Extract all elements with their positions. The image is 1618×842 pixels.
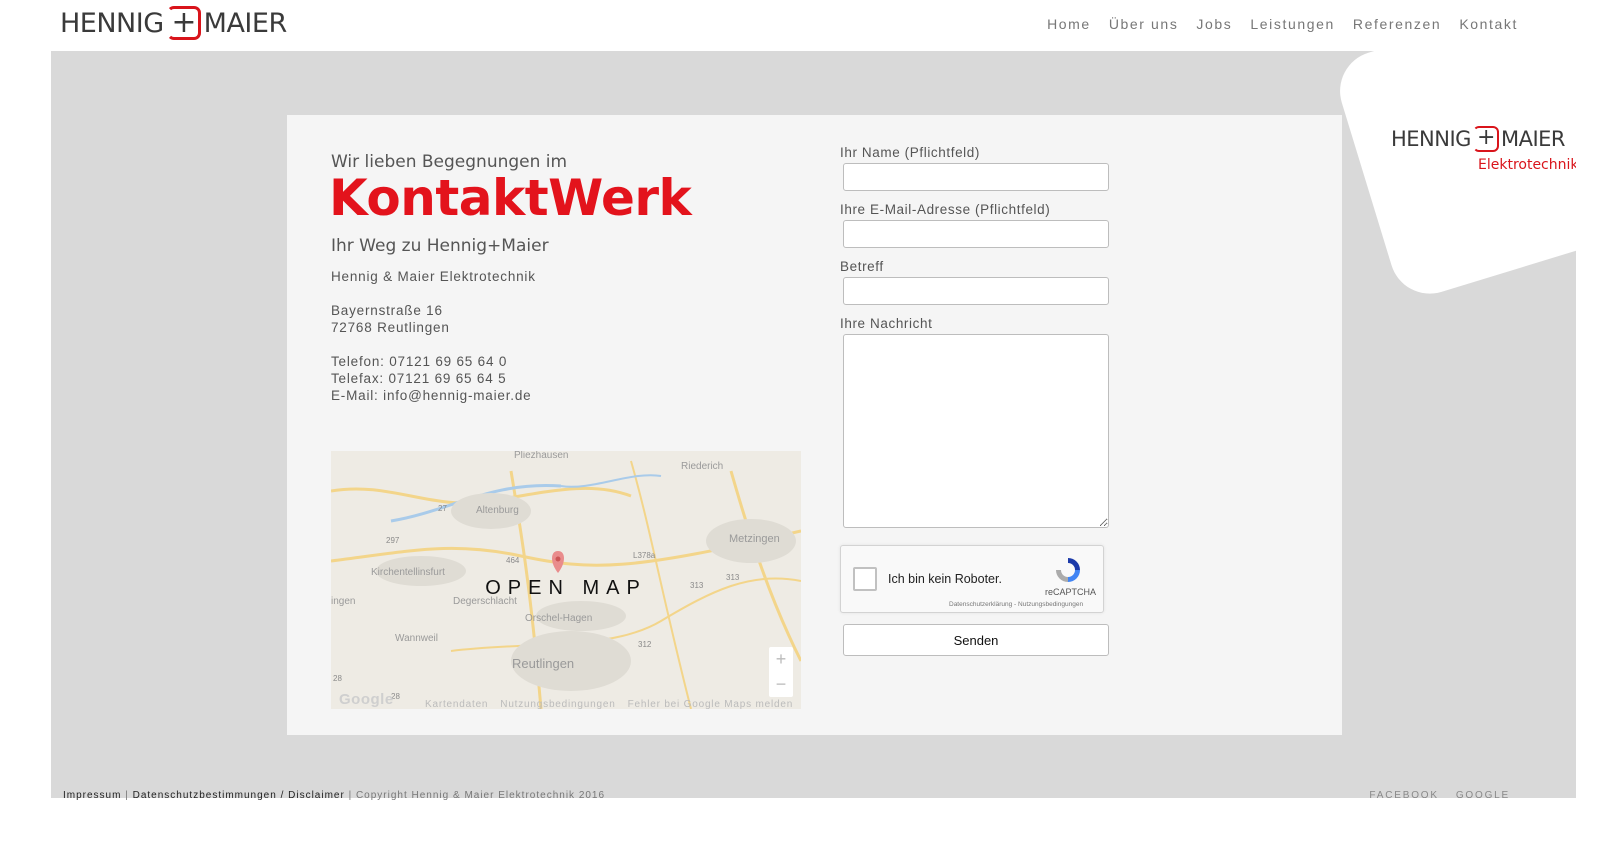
subject-field[interactable] bbox=[843, 277, 1109, 305]
recaptcha-terms[interactable]: Datenschutzerklärung - Nutzungsbedingung… bbox=[949, 601, 1083, 608]
privacy-link[interactable]: Datenschutzbestimmungen / Disclaimer bbox=[133, 790, 345, 801]
map-place-label: Reutlingen bbox=[512, 656, 574, 671]
open-map-label[interactable]: OPEN MAP bbox=[331, 577, 801, 600]
badge-logo-left: HENNIG bbox=[1391, 127, 1471, 151]
nav-ueber-uns[interactable]: Über uns bbox=[1109, 16, 1179, 32]
recaptcha-checkbox[interactable] bbox=[853, 567, 877, 591]
badge-logo-plus: + bbox=[1472, 126, 1499, 152]
map-widget[interactable]: Pliezhausen Riederich Altenburg Metzinge… bbox=[331, 451, 801, 709]
recaptcha-icon bbox=[1056, 558, 1080, 582]
map-data-link[interactable]: Kartendaten bbox=[425, 699, 488, 709]
email-label: Ihre E-Mail-Adresse (Pflichtfeld) bbox=[840, 202, 1051, 217]
google-logo: Google bbox=[339, 691, 394, 708]
name-field[interactable] bbox=[843, 163, 1109, 191]
email-field[interactable] bbox=[843, 220, 1109, 248]
google-link[interactable]: GOOGLE bbox=[1456, 790, 1510, 801]
email-address[interactable]: E-Mail: info@hennig-maier.de bbox=[331, 387, 536, 404]
map-road-label: 28 bbox=[333, 674, 342, 683]
zoom-out-button[interactable]: − bbox=[769, 672, 793, 697]
page-title: KontaktWerk bbox=[329, 169, 692, 227]
logo-text-left: HENNIG bbox=[60, 7, 164, 39]
map-place-label: Wannweil bbox=[395, 633, 438, 644]
badge-subtitle: Elektrotechnik bbox=[1478, 157, 1576, 173]
map-report-link[interactable]: Fehler bei Google Maps melden bbox=[628, 699, 794, 709]
badge-logo: HENNIG + MAIER bbox=[1391, 126, 1566, 152]
social-links: FACEBOOK GOOGLE bbox=[1369, 790, 1510, 801]
company-name: Hennig & Maier Elektrotechnik bbox=[331, 269, 536, 284]
map-place-label: Metzingen bbox=[729, 533, 780, 545]
message-label: Ihre Nachricht bbox=[840, 316, 933, 331]
facebook-link[interactable]: FACEBOOK bbox=[1369, 790, 1438, 801]
name-label: Ihr Name (Pflichtfeld) bbox=[840, 145, 980, 160]
subject-label: Betreff bbox=[840, 259, 884, 274]
city: 72768 Reutlingen bbox=[331, 320, 450, 335]
page-footer: Impressum | Datenschutzbestimmungen / Di… bbox=[0, 790, 1618, 842]
map-place-label: Orschel-Hagen bbox=[525, 613, 592, 624]
nav-referenzen[interactable]: Referenzen bbox=[1353, 16, 1441, 32]
send-button[interactable]: Senden bbox=[843, 624, 1109, 656]
map-road-label: 297 bbox=[386, 536, 400, 545]
map-road-label: 312 bbox=[638, 640, 652, 649]
brand-logo[interactable]: HENNIG + MAIER bbox=[60, 6, 287, 40]
nav-jobs[interactable]: Jobs bbox=[1196, 16, 1232, 32]
address-block: Hennig & Maier Elektrotechnik Bayernstra… bbox=[331, 268, 536, 404]
map-road-label: L378a bbox=[633, 551, 656, 560]
zoom-in-button[interactable]: + bbox=[769, 647, 793, 672]
map-road-label: 27 bbox=[438, 504, 447, 513]
map-place-label: Riederich bbox=[681, 461, 723, 472]
footer-separator: | bbox=[121, 790, 133, 801]
nav-home[interactable]: Home bbox=[1047, 16, 1091, 32]
street: Bayernstraße 16 bbox=[331, 303, 443, 318]
recaptcha-label: Ich bin kein Roboter. bbox=[888, 572, 1002, 586]
nav-leistungen[interactable]: Leistungen bbox=[1250, 16, 1335, 32]
corner-badge bbox=[1330, 51, 1576, 304]
contact-stage: HENNIG + MAIER Elektrotechnik Wir lieben… bbox=[51, 51, 1576, 798]
logo-plus: + bbox=[166, 6, 201, 40]
nav-kontakt[interactable]: Kontakt bbox=[1459, 16, 1518, 32]
footer-legal: Impressum | Datenschutzbestimmungen / Di… bbox=[63, 790, 605, 801]
recaptcha-widget: Ich bin kein Roboter. reCAPTCHA Datensch… bbox=[840, 545, 1104, 613]
recaptcha-brand: reCAPTCHA bbox=[1045, 587, 1097, 597]
top-bar: HENNIG + MAIER Home Über uns Jobs Leistu… bbox=[0, 0, 1618, 50]
map-terms-link[interactable]: Nutzungsbedingungen bbox=[500, 699, 615, 709]
copyright-text: | Copyright Hennig & Maier Elektrotechni… bbox=[344, 790, 606, 801]
map-place-label: Pliezhausen bbox=[514, 451, 568, 461]
map-attribution: Kartendaten Nutzungsbedingungen Fehler b… bbox=[425, 699, 793, 709]
map-road-label: 464 bbox=[506, 556, 520, 565]
map-pin-icon bbox=[552, 551, 564, 573]
contact-form: Ihr Name (Pflichtfeld) Ihre E-Mail-Adres… bbox=[840, 145, 1110, 656]
message-field[interactable] bbox=[843, 334, 1109, 528]
subheadline: Ihr Weg zu Hennig+Maier bbox=[331, 236, 549, 256]
map-zoom-control: + − bbox=[769, 647, 793, 697]
logo-text-right: MAIER bbox=[203, 7, 288, 39]
map-place-label: Altenburg bbox=[476, 505, 519, 516]
impressum-link[interactable]: Impressum bbox=[63, 790, 121, 801]
main-nav: Home Über uns Jobs Leistungen Referenzen… bbox=[1047, 16, 1518, 32]
phone: Telefon: 07121 69 65 64 0 bbox=[331, 354, 508, 369]
contact-card: Wir lieben Begegnungen im KontaktWerk Ih… bbox=[287, 115, 1342, 735]
badge-logo-right: MAIER bbox=[1500, 127, 1566, 151]
fax: Telefax: 07121 69 65 64 5 bbox=[331, 371, 507, 386]
